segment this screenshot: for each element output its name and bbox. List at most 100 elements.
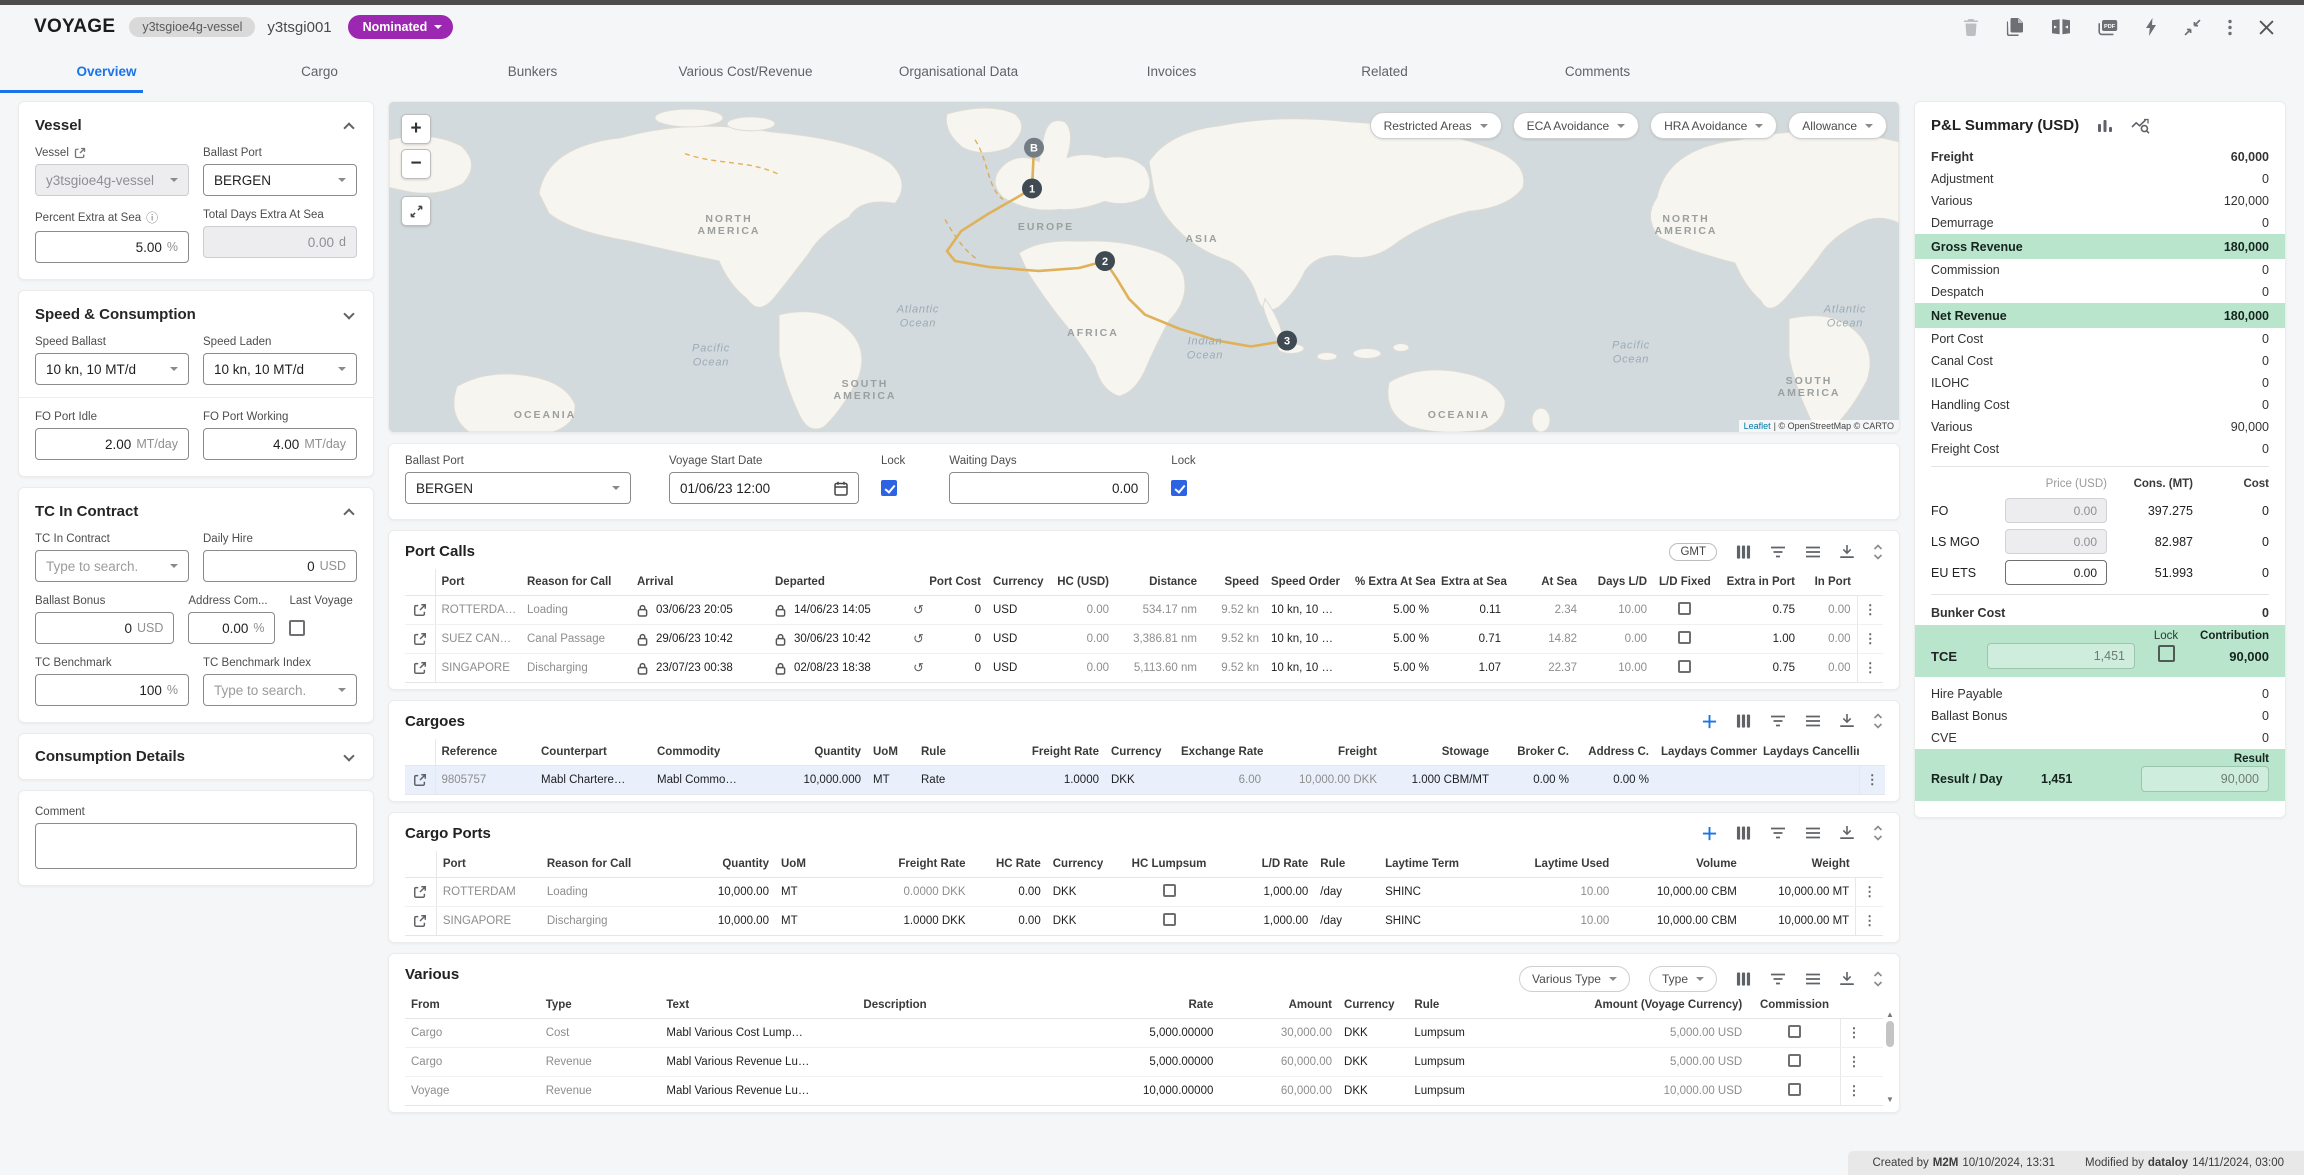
col-laytime-term[interactable]: Laytime Term [1379,851,1500,878]
col-uom[interactable]: UoM [867,739,915,766]
waiting-days-lock-checkbox[interactable] [1171,480,1187,496]
delete-icon[interactable] [1963,18,1979,36]
download-icon[interactable] [1840,714,1854,728]
filter-icon[interactable] [1770,715,1786,727]
calendar-icon[interactable] [834,481,848,496]
vertical-scrollbar[interactable]: ▲▼ [1884,1010,1896,1104]
row-menu-icon[interactable]: ⋮ [1841,1048,1867,1077]
download-icon[interactable] [1840,826,1854,840]
ld-fixed-checkbox[interactable] [1678,660,1691,673]
commission-checkbox[interactable] [1788,1025,1801,1038]
unfold-icon[interactable] [1873,971,1883,987]
collapse-icon[interactable] [2184,19,2201,36]
tc-benchmark-input[interactable]: 100% [35,674,189,706]
density-icon[interactable] [1805,827,1821,839]
collapse-chevron-icon[interactable] [343,508,354,519]
zoom-out-button[interactable]: − [401,149,431,179]
col-hc-lumpsum[interactable]: HC Lumpsum [1120,851,1218,878]
col-currency[interactable]: Currency [1047,851,1120,878]
euets-price-input[interactable]: 0.00 [2005,560,2107,585]
start-date-lock-checkbox[interactable] [881,480,897,496]
columns-icon[interactable] [1736,972,1751,986]
col-speed-order[interactable]: Speed Order [1265,569,1349,596]
zoom-in-button[interactable]: + [401,114,431,144]
add-icon[interactable] [1702,714,1717,729]
port-call-row[interactable]: SUEZ CAN… Canal Passage 29/06/23 10:42 3… [405,625,1883,654]
cell-departed[interactable]: 02/08/23 18:38 [769,654,907,683]
row-menu-icon[interactable]: ⋮ [1857,625,1883,654]
pdf-export-icon[interactable]: PDF [2098,19,2118,36]
tab-cargo[interactable]: Cargo [213,49,426,93]
hc-lumpsum-checkbox[interactable] [1163,884,1176,897]
col-currency[interactable]: Currency [1338,992,1408,1019]
col-days-ld[interactable]: Days L/D [1583,569,1653,596]
gmt-chip[interactable]: GMT [1669,543,1717,561]
col-in-port[interactable]: In Port [1801,569,1857,596]
cell-departed[interactable]: 14/06/23 14:05 [769,596,907,625]
tab-related[interactable]: Related [1278,49,1491,93]
col-quantity[interactable]: Quantity [767,739,867,766]
hc-lumpsum-checkbox[interactable] [1163,913,1176,926]
ld-fixed-checkbox[interactable] [1678,602,1691,615]
col-departed[interactable]: Departed [769,569,907,596]
compare-book-icon[interactable] [2051,19,2071,35]
col-text[interactable]: Text [660,992,857,1019]
col-extra-at-sea[interactable]: Extra at Sea [1435,569,1507,596]
tab-various-cost-revenue[interactable]: Various Cost/Revenue [639,49,852,93]
col-counterpart[interactable]: Counterpart [535,739,651,766]
fit-bounds-button[interactable] [401,196,431,226]
tce-input[interactable]: 1,451 [1987,643,2135,669]
col-laydays-cancelling[interactable]: Laydays Cancelling [1757,739,1859,766]
col-description[interactable]: Description [857,992,1074,1019]
row-menu-icon[interactable]: ⋮ [1841,1077,1867,1106]
col-weight[interactable]: Weight [1743,851,1856,878]
history-icon[interactable]: ↺ [913,660,924,676]
col-quantity[interactable]: Quantity [675,851,775,878]
col-reason[interactable]: Reason for Call [521,569,631,596]
route-map[interactable]: B 1 2 3 NORTH AMERICA NORTH AMERICA SOUT… [388,101,1900,433]
ballast-port-select[interactable]: BERGEN [405,472,631,504]
columns-icon[interactable] [1736,826,1751,840]
copy-icon[interactable] [2006,18,2024,36]
open-row-icon[interactable] [411,914,430,928]
col-volume[interactable]: Volume [1615,851,1743,878]
eca-avoidance-button[interactable]: ECA Avoidance [1513,112,1640,139]
tab-invoices[interactable]: Invoices [1065,49,1278,93]
col-pct-extra-at-sea[interactable]: % Extra At Sea [1349,569,1435,596]
density-icon[interactable] [1805,546,1821,558]
col-commodity[interactable]: Commodity [651,739,767,766]
row-menu-icon[interactable]: ⋮ [1856,878,1883,907]
commission-checkbox[interactable] [1788,1083,1801,1096]
col-amount-vc[interactable]: Amount (Voyage Currency) [1539,992,1748,1019]
expand-chevron-icon[interactable] [343,308,354,319]
scroll-up-icon[interactable]: ▲ [1886,1010,1894,1019]
open-row-icon[interactable] [411,632,429,646]
col-rule[interactable]: Rule [1314,851,1379,878]
last-voyage-checkbox[interactable] [289,620,305,636]
fo-port-idle-input[interactable]: 2.00MT/day [35,428,189,460]
type-filter[interactable]: Type [1649,966,1717,992]
add-icon[interactable] [1702,826,1717,841]
col-commission[interactable]: Commission [1748,992,1841,1019]
cell-arrival[interactable]: 29/06/23 10:42 [631,625,769,654]
row-menu-icon[interactable]: ⋮ [1859,766,1885,795]
col-freight-rate[interactable]: Freight Rate [825,851,971,878]
col-amount[interactable]: Amount [1219,992,1338,1019]
download-icon[interactable] [1840,972,1854,986]
open-row-icon[interactable] [411,773,429,787]
tab-bunkers[interactable]: Bunkers [426,49,639,93]
hra-avoidance-button[interactable]: HRA Avoidance [1650,112,1777,139]
tce-lock-checkbox[interactable] [2158,645,2175,662]
cell-arrival[interactable]: 03/06/23 20:05 [631,596,769,625]
open-in-new-icon[interactable] [74,147,86,159]
download-icon[interactable] [1840,545,1854,559]
unfold-icon[interactable] [1873,544,1883,560]
col-uom[interactable]: UoM [775,851,825,878]
col-freight-rate[interactable]: Freight Rate [997,739,1105,766]
open-row-icon[interactable] [411,661,429,675]
history-icon[interactable]: ↺ [913,602,924,618]
insights-icon[interactable] [2131,118,2150,134]
restricted-areas-button[interactable]: Restricted Areas [1370,112,1502,139]
percent-extra-input[interactable]: 5.00% [35,231,189,263]
commission-checkbox[interactable] [1788,1054,1801,1067]
